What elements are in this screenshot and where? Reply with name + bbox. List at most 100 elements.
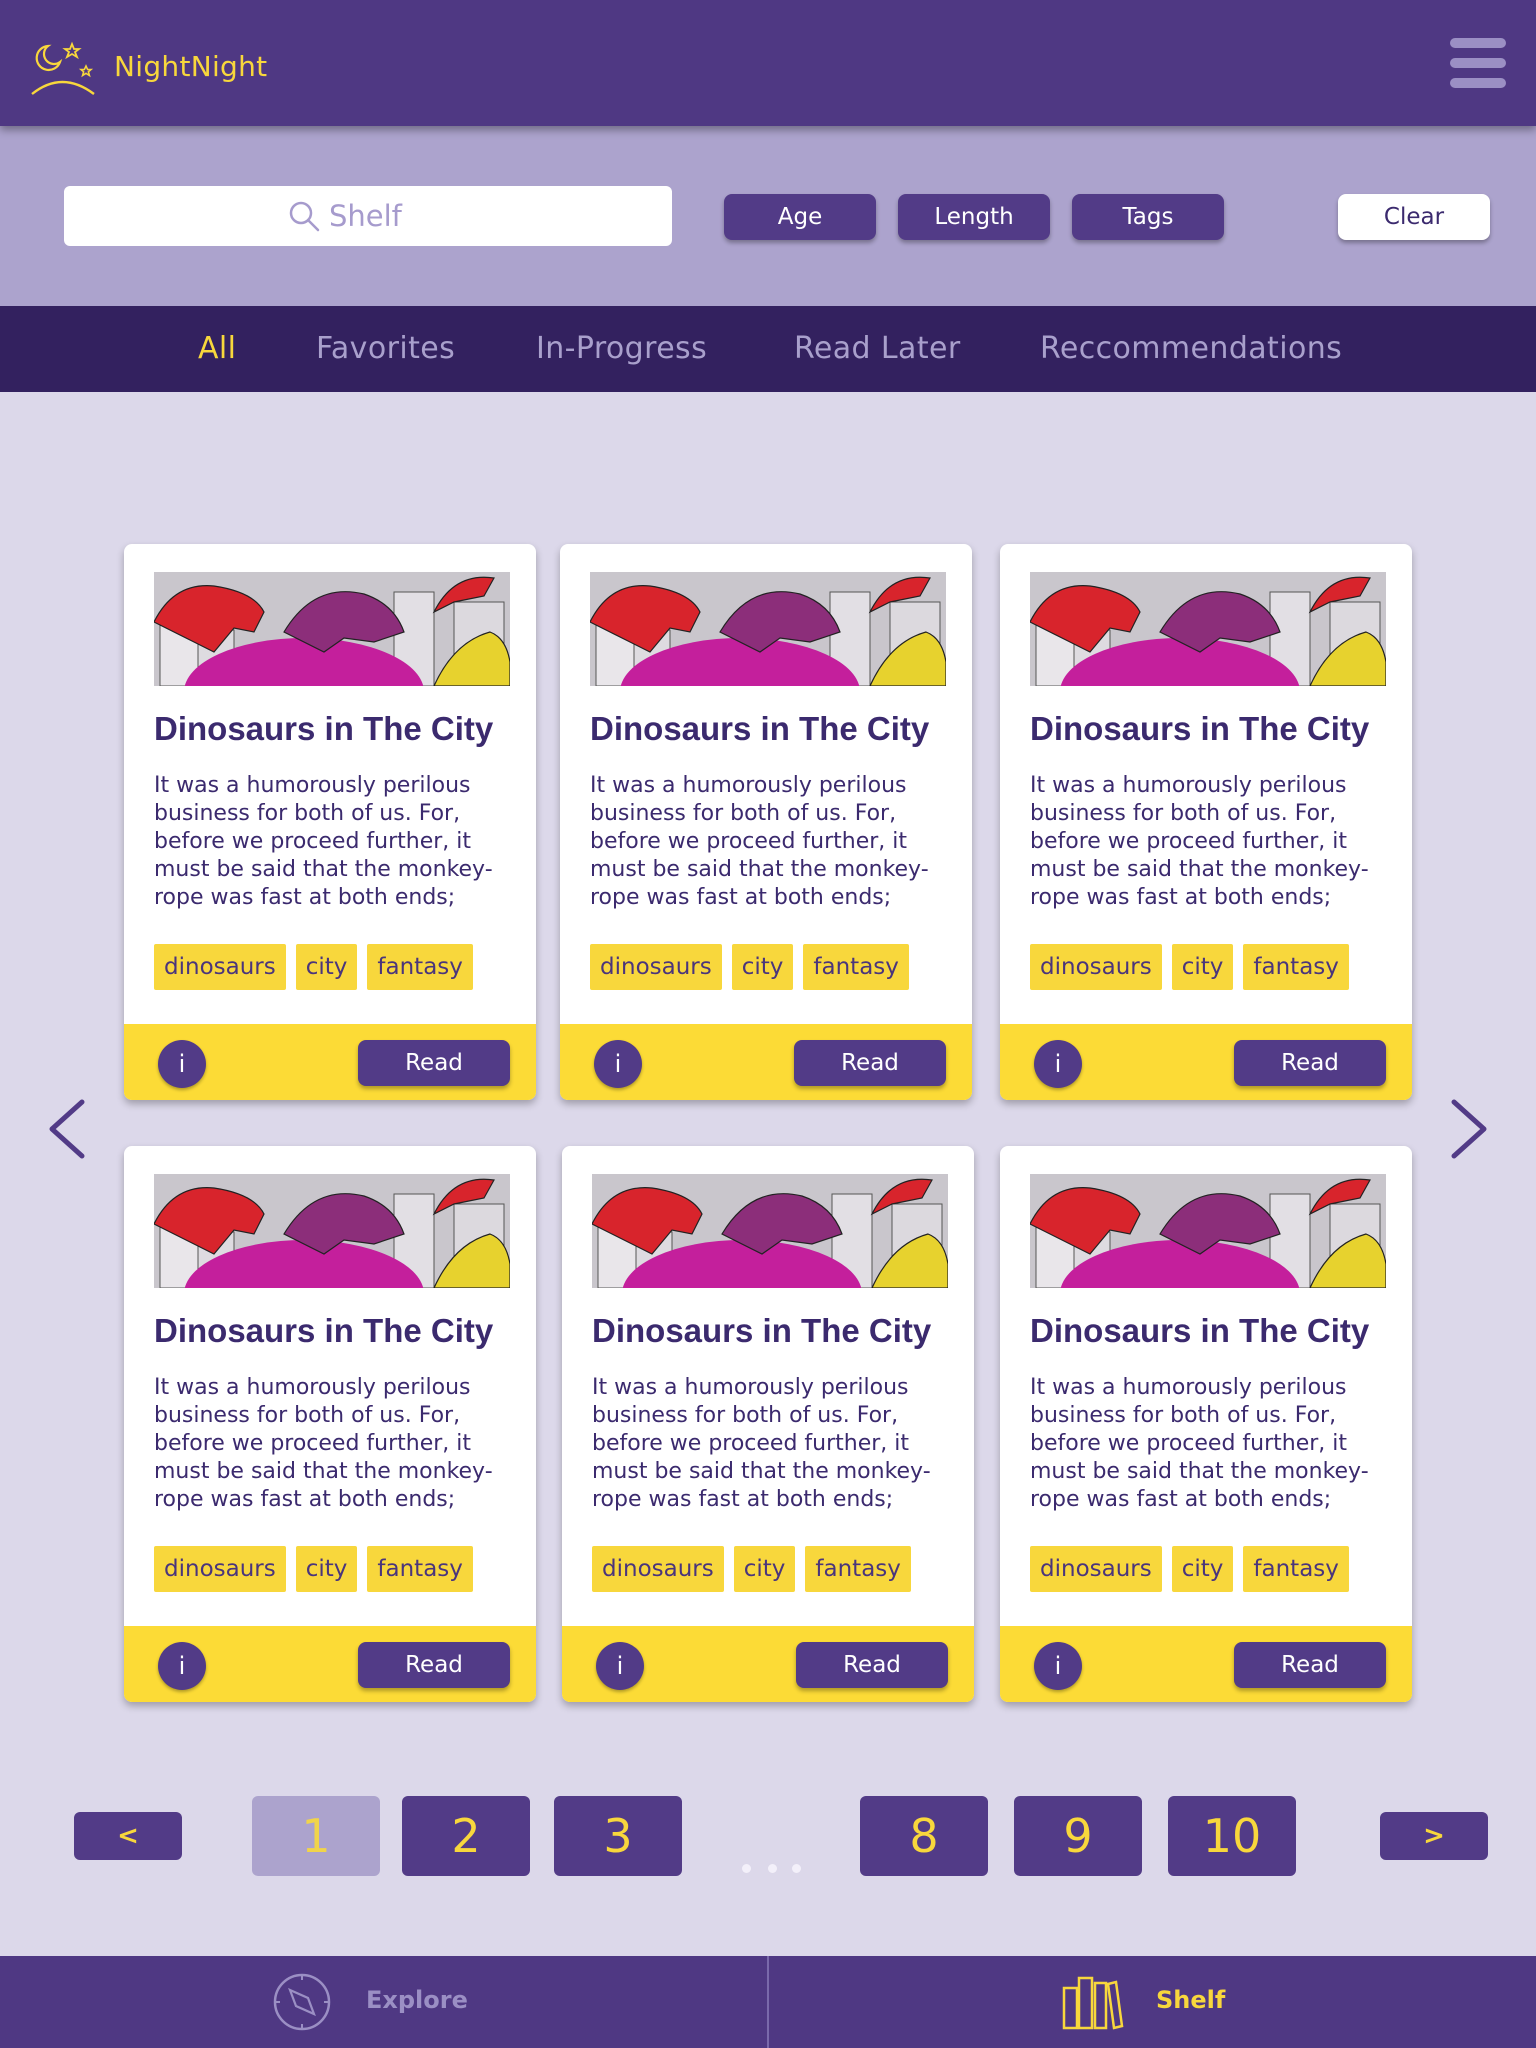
story-description: It was a humorously perilous business fo… <box>154 1375 493 1512</box>
tag-city[interactable]: city <box>295 1546 358 1592</box>
story-description: It was a humorously perilous business fo… <box>1030 773 1369 910</box>
info-button[interactable]: i <box>594 1040 642 1088</box>
card-footer: i Read <box>1000 1024 1412 1100</box>
tag-city[interactable]: city <box>1171 944 1234 990</box>
story-title[interactable]: Dinosaurs in The City <box>154 710 524 748</box>
next-page-button[interactable]: > <box>1380 1812 1488 1860</box>
nav-explore[interactable]: Explore <box>270 1956 490 2048</box>
story-cover-image <box>592 1174 948 1288</box>
tag-list: dinosaurs city fantasy <box>154 1546 473 1592</box>
story-description: It was a humorously perilous business fo… <box>154 773 493 910</box>
story-cover-image <box>154 572 510 686</box>
tag-dinosaurs[interactable]: dinosaurs <box>592 1546 724 1592</box>
nav-divider <box>767 1956 769 2048</box>
tag-dinosaurs[interactable]: dinosaurs <box>154 944 286 990</box>
story-title[interactable]: Dinosaurs in The City <box>1030 710 1400 748</box>
page-button-1[interactable]: 1 <box>252 1796 380 1876</box>
page-button-9[interactable]: 9 <box>1014 1796 1142 1876</box>
bookshelf-icon <box>1062 1976 1124 2030</box>
tag-dinosaurs[interactable]: dinosaurs <box>1030 1546 1162 1592</box>
read-button[interactable]: Read <box>358 1642 510 1688</box>
story-description: It was a humorously perilous business fo… <box>1030 1375 1369 1512</box>
read-button[interactable]: Read <box>1234 1040 1386 1086</box>
card-footer: i Read <box>560 1024 972 1100</box>
story-card[interactable]: Dinosaurs in The City It was a humorousl… <box>560 544 972 1100</box>
app-title: NightNight <box>114 50 268 83</box>
story-card[interactable]: Dinosaurs in The City It was a humorousl… <box>1000 544 1412 1100</box>
tag-dinosaurs[interactable]: dinosaurs <box>1030 944 1162 990</box>
previous-arrow-icon[interactable] <box>44 1096 88 1162</box>
tags-filter-button[interactable]: Tags <box>1072 194 1224 240</box>
nav-shelf[interactable]: Shelf <box>1060 1956 1260 2048</box>
story-card[interactable]: Dinosaurs in The City It was a humorousl… <box>1000 1146 1412 1702</box>
read-button[interactable]: Read <box>794 1040 946 1086</box>
top-app-bar: NightNight <box>0 0 1536 126</box>
story-title[interactable]: Dinosaurs in The City <box>592 1312 962 1350</box>
card-footer: i Read <box>124 1626 536 1702</box>
read-button[interactable]: Read <box>796 1642 948 1688</box>
previous-page-button[interactable]: < <box>74 1812 182 1860</box>
info-button[interactable]: i <box>596 1642 644 1690</box>
page-button-3[interactable]: 3 <box>554 1796 682 1876</box>
tab-all[interactable]: All <box>198 306 236 392</box>
tag-city[interactable]: city <box>295 944 358 990</box>
page-button-2[interactable]: 2 <box>402 1796 530 1876</box>
page-button-8[interactable]: 8 <box>860 1796 988 1876</box>
tag-dinosaurs[interactable]: dinosaurs <box>154 1546 286 1592</box>
search-box[interactable] <box>64 186 672 246</box>
bottom-navigation: Explore Shelf <box>0 1956 1536 2048</box>
story-description: It was a humorously perilous business fo… <box>590 773 929 910</box>
tag-dinosaurs[interactable]: dinosaurs <box>590 944 722 990</box>
card-footer: i Read <box>562 1626 974 1702</box>
tag-city[interactable]: city <box>731 944 794 990</box>
tab-read-later[interactable]: Read Later <box>794 306 961 392</box>
tag-list: dinosaurs city fantasy <box>590 944 909 990</box>
info-button[interactable]: i <box>1034 1642 1082 1690</box>
story-title[interactable]: Dinosaurs in The City <box>1030 1312 1400 1350</box>
tag-list: dinosaurs city fantasy <box>592 1546 911 1592</box>
tag-fantasy[interactable]: fantasy <box>367 944 473 990</box>
read-button[interactable]: Read <box>1234 1642 1386 1688</box>
story-cover-image <box>154 1174 510 1288</box>
tab-recommendations[interactable]: Reccommendations <box>1040 306 1342 392</box>
story-card[interactable]: Dinosaurs in The City It was a humorousl… <box>562 1146 974 1702</box>
card-footer: i Read <box>1000 1626 1412 1702</box>
search-input[interactable] <box>329 199 449 233</box>
hamburger-menu-icon[interactable] <box>1450 38 1506 88</box>
tab-favorites[interactable]: Favorites <box>316 306 455 392</box>
moon-stars-logo-icon <box>31 41 95 95</box>
tag-city[interactable]: city <box>733 1546 796 1592</box>
story-card[interactable]: Dinosaurs in The City It was a humorousl… <box>124 1146 536 1702</box>
tag-fantasy[interactable]: fantasy <box>803 944 909 990</box>
tab-in-progress[interactable]: In-Progress <box>536 306 707 392</box>
filter-bar: Age Length Tags Clear <box>0 126 1536 306</box>
nav-shelf-label: Shelf <box>1156 1986 1226 2014</box>
nav-explore-label: Explore <box>366 1986 468 2014</box>
age-filter-button[interactable]: Age <box>724 194 876 240</box>
story-card[interactable]: Dinosaurs in The City It was a humorousl… <box>124 544 536 1100</box>
tag-city[interactable]: city <box>1171 1546 1234 1592</box>
story-title[interactable]: Dinosaurs in The City <box>590 710 960 748</box>
info-button[interactable]: i <box>158 1040 206 1088</box>
story-description: It was a humorously perilous business fo… <box>592 1375 931 1512</box>
info-button[interactable]: i <box>1034 1040 1082 1088</box>
search-icon <box>289 201 320 232</box>
story-cover-image <box>1030 1174 1386 1288</box>
next-arrow-icon[interactable] <box>1448 1096 1492 1162</box>
tag-fantasy[interactable]: fantasy <box>367 1546 473 1592</box>
read-button[interactable]: Read <box>358 1040 510 1086</box>
clear-button[interactable]: Clear <box>1338 194 1490 240</box>
card-footer: i Read <box>124 1024 536 1100</box>
tag-list: dinosaurs city fantasy <box>154 944 473 990</box>
tag-list: dinosaurs city fantasy <box>1030 944 1349 990</box>
length-filter-button[interactable]: Length <box>898 194 1050 240</box>
tag-fantasy[interactable]: fantasy <box>1243 1546 1349 1592</box>
pagination-ellipsis <box>742 1864 802 1876</box>
story-title[interactable]: Dinosaurs in The City <box>154 1312 524 1350</box>
info-button[interactable]: i <box>158 1642 206 1690</box>
tag-fantasy[interactable]: fantasy <box>1243 944 1349 990</box>
compass-icon <box>273 1973 331 2031</box>
page-button-10[interactable]: 10 <box>1168 1796 1296 1876</box>
tag-fantasy[interactable]: fantasy <box>805 1546 911 1592</box>
tag-list: dinosaurs city fantasy <box>1030 1546 1349 1592</box>
